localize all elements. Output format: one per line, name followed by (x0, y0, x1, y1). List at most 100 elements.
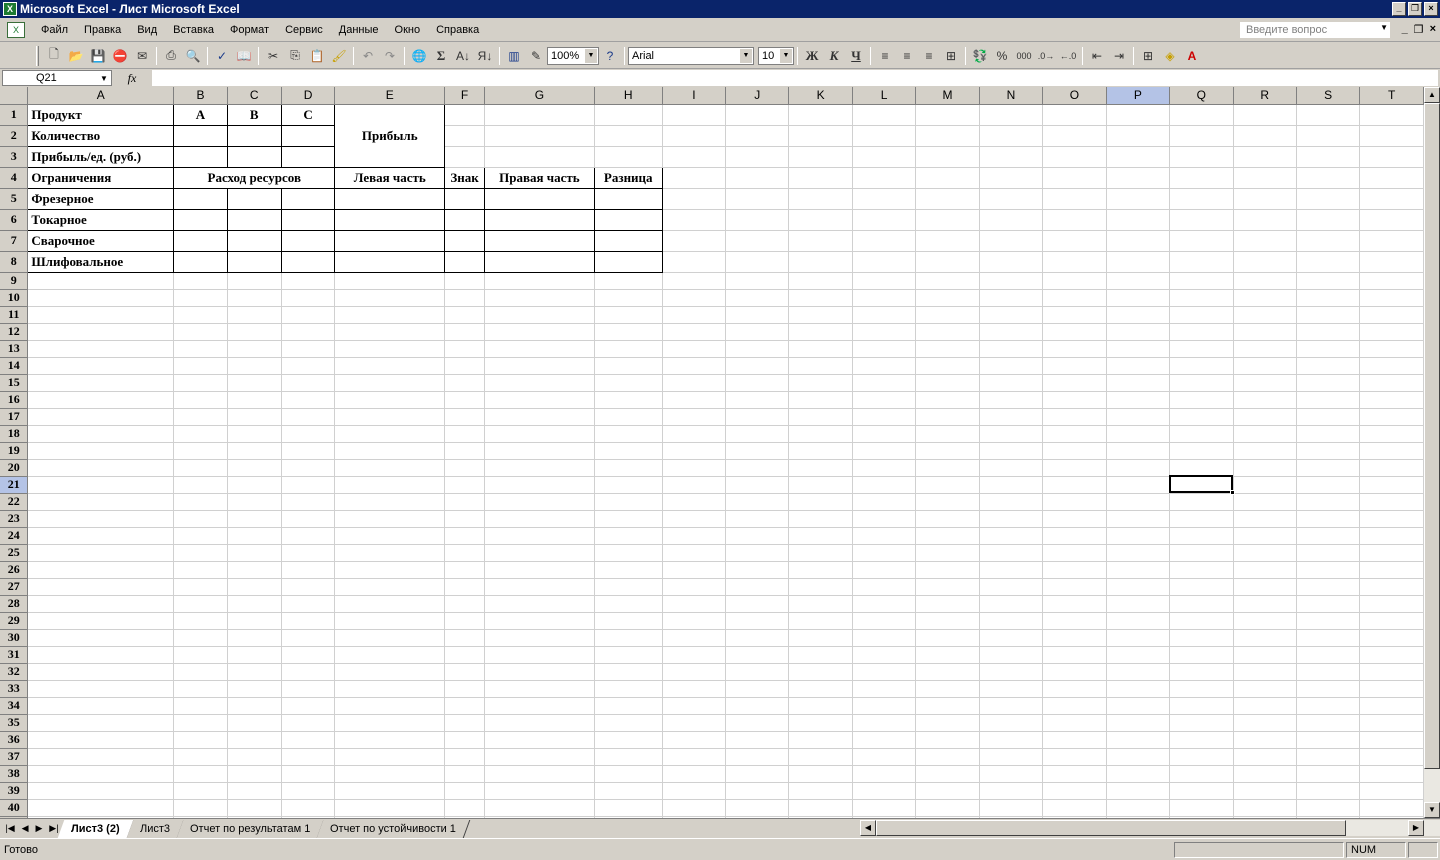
cell-n23[interactable] (979, 510, 1044, 528)
cell-o9[interactable] (1042, 272, 1107, 290)
menu-view[interactable]: Вид (129, 24, 165, 36)
cell-l3[interactable] (852, 146, 917, 168)
cell-i11[interactable] (662, 306, 727, 324)
cell-p15[interactable] (1106, 374, 1171, 392)
column-header[interactable]: P (1106, 87, 1171, 105)
cell-k12[interactable] (788, 323, 853, 341)
increase-decimal-icon[interactable]: .0→ (1035, 45, 1057, 67)
row-header[interactable]: 2 (0, 125, 29, 147)
cell-q31[interactable] (1169, 646, 1234, 664)
cell-c1[interactable]: B (227, 103, 282, 126)
cell-q17[interactable] (1169, 408, 1234, 426)
cell-c20[interactable] (227, 459, 282, 477)
cell-b11[interactable] (173, 306, 228, 324)
email-icon[interactable]: ✉ (131, 45, 153, 67)
cell-r18[interactable] (1233, 425, 1297, 443)
cell-g36[interactable] (484, 731, 595, 749)
cell-h30[interactable] (594, 629, 663, 647)
cell-h3[interactable] (594, 146, 663, 168)
cell-s2[interactable] (1296, 125, 1361, 147)
cell-e16[interactable] (334, 391, 446, 409)
cell-b19[interactable] (173, 442, 228, 460)
cell-s26[interactable] (1296, 561, 1361, 579)
cell-b40[interactable] (173, 799, 228, 817)
cell-b35[interactable] (173, 714, 228, 732)
cell-i28[interactable] (662, 595, 727, 613)
fill-color-icon[interactable]: ◈ (1159, 45, 1181, 67)
cell-t18[interactable] (1359, 425, 1424, 443)
cell-b22[interactable] (173, 493, 228, 511)
cell-d23[interactable] (281, 510, 336, 528)
column-header[interactable]: J (725, 87, 790, 105)
hyperlink-icon[interactable]: 🌐 (408, 45, 430, 67)
row-header[interactable]: 33 (0, 680, 29, 698)
cell-d36[interactable] (281, 731, 336, 749)
align-right-icon[interactable]: ≡ (918, 45, 940, 67)
cell-h10[interactable] (594, 289, 663, 307)
cell-o31[interactable] (1042, 646, 1107, 664)
cell-b2[interactable] (173, 125, 228, 147)
cell-s3[interactable] (1296, 146, 1361, 168)
cell-p13[interactable] (1106, 340, 1171, 358)
cell-a28[interactable] (27, 595, 175, 613)
cell-n10[interactable] (979, 289, 1044, 307)
cell-m17[interactable] (915, 408, 980, 426)
cell-t24[interactable] (1359, 527, 1424, 545)
cell-t28[interactable] (1359, 595, 1424, 613)
cell-j1[interactable] (725, 104, 790, 126)
cell-c39[interactable] (227, 782, 282, 800)
cell-d14[interactable] (281, 357, 336, 375)
cell-k20[interactable] (788, 459, 853, 477)
row-header[interactable]: 8 (0, 251, 29, 273)
cell-c13[interactable] (227, 340, 282, 358)
cell-s13[interactable] (1296, 340, 1361, 358)
cell-k11[interactable] (788, 306, 853, 324)
row-header[interactable]: 19 (0, 442, 29, 460)
cell-d32[interactable] (281, 663, 336, 681)
cell-l19[interactable] (852, 442, 917, 460)
cell-g24[interactable] (484, 527, 595, 545)
cell-n4[interactable] (979, 167, 1044, 189)
cell-l5[interactable] (852, 188, 917, 210)
cell-i3[interactable] (662, 146, 727, 168)
cell-p30[interactable] (1106, 629, 1171, 647)
cell-l23[interactable] (852, 510, 917, 528)
row-header[interactable]: 28 (0, 595, 29, 613)
cell-n13[interactable] (979, 340, 1044, 358)
cell-e26[interactable] (334, 561, 446, 579)
cell-i34[interactable] (662, 697, 727, 715)
cell-c40[interactable] (227, 799, 282, 817)
cell-g11[interactable] (484, 306, 595, 324)
cell-m12[interactable] (915, 323, 980, 341)
column-header[interactable]: O (1042, 87, 1107, 105)
cell-r24[interactable] (1233, 527, 1297, 545)
cell-f33[interactable] (444, 680, 486, 698)
cell-t35[interactable] (1359, 714, 1424, 732)
cell-q29[interactable] (1169, 612, 1234, 630)
sort-ascending-icon[interactable]: A↓ (452, 45, 474, 67)
name-box[interactable]: Q21 ▼ (2, 70, 112, 86)
cell-r8[interactable] (1233, 251, 1297, 273)
cell-o33[interactable] (1042, 680, 1107, 698)
cell-e36[interactable] (334, 731, 446, 749)
cell-f8[interactable] (444, 251, 486, 273)
cell-e30[interactable] (334, 629, 446, 647)
cell-i12[interactable] (662, 323, 727, 341)
cell-b32[interactable] (173, 663, 228, 681)
cell-s31[interactable] (1296, 646, 1361, 664)
cell-n27[interactable] (979, 578, 1044, 596)
cell-i20[interactable] (662, 459, 727, 477)
cell-q3[interactable] (1169, 146, 1234, 168)
new-icon[interactable]: 🗋 (43, 45, 65, 67)
cell-b27[interactable] (173, 578, 228, 596)
cell-e40[interactable] (334, 799, 446, 817)
cell-g40[interactable] (484, 799, 595, 817)
cell-a20[interactable] (27, 459, 175, 477)
cut-icon[interactable]: ✂ (262, 45, 284, 67)
cell-d21[interactable] (281, 476, 336, 494)
row-header[interactable]: 23 (0, 510, 29, 528)
chevron-down-icon[interactable]: ▼ (98, 72, 110, 86)
cell-a5[interactable]: Фрезерное (27, 188, 175, 210)
cell-h16[interactable] (594, 391, 663, 409)
cell-f31[interactable] (444, 646, 486, 664)
